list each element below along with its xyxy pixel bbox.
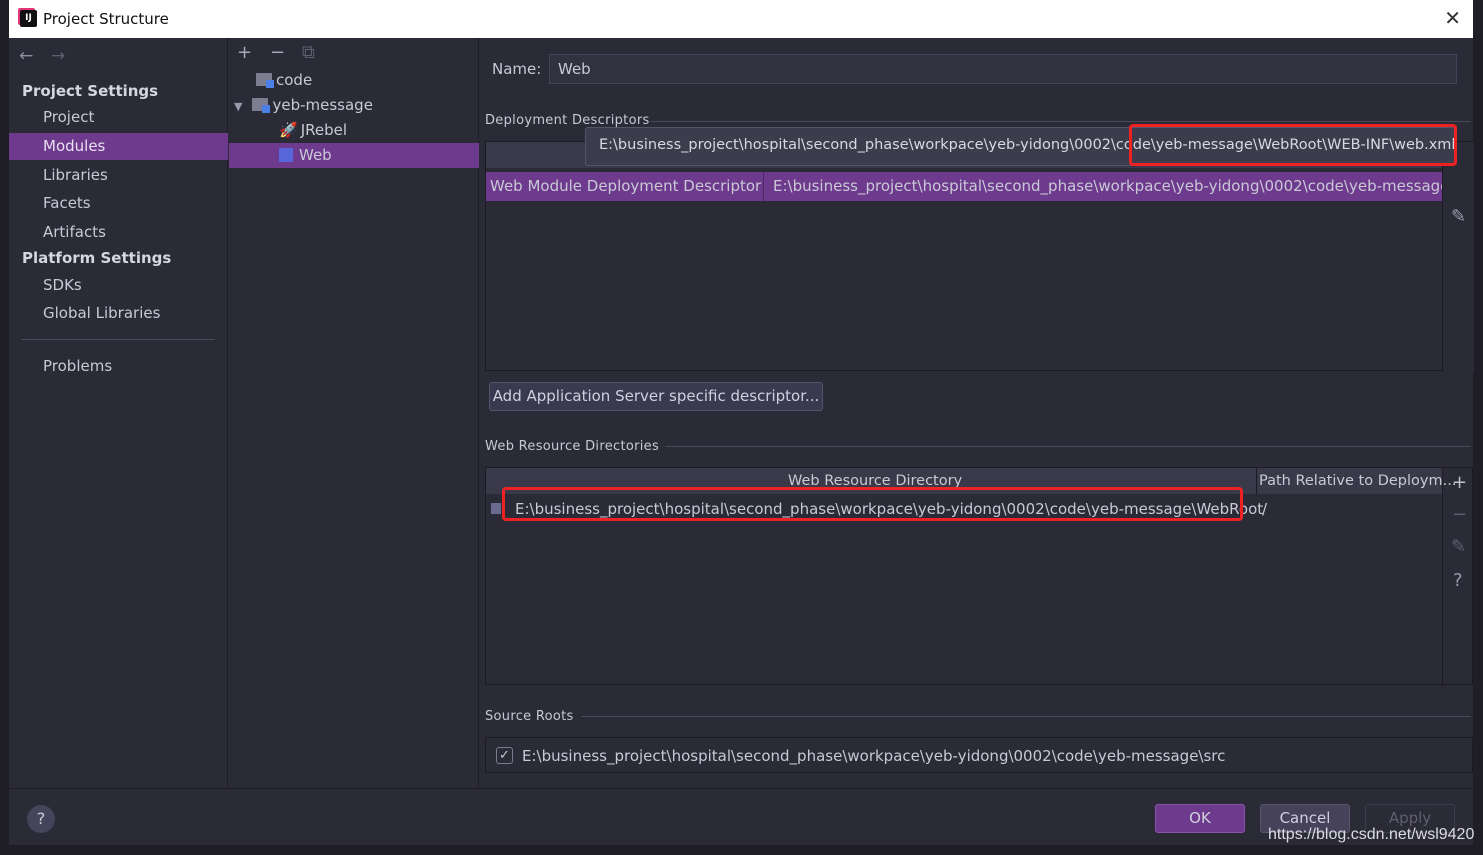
dialog-footer: ? OK Cancel Apply https://blog.csdn.net/… xyxy=(9,788,1475,845)
help-button[interactable]: ? xyxy=(27,805,55,833)
table-row[interactable]: Web Module Deployment Descriptor E:\busi… xyxy=(486,172,1474,201)
sidebar-item-project[interactable]: Project xyxy=(9,104,228,131)
web-resource-directories-heading: Web Resource Directories xyxy=(485,439,660,454)
remove-icon[interactable]: − xyxy=(1452,504,1467,525)
project-settings-heading: Project Settings xyxy=(22,82,159,100)
add-server-descriptor-button[interactable]: Add Application Server specific descript… xyxy=(489,382,823,411)
tree-node-jrebel[interactable]: 🚀 JRebel xyxy=(229,118,479,143)
module-tree: + − ⧉ code ▼ yeb-message 🚀 JRebel Web xyxy=(229,38,479,788)
platform-settings-heading: Platform Settings xyxy=(22,249,172,267)
title-bar: IJ Project Structure ✕ xyxy=(9,0,1473,38)
sidebar-item-problems[interactable]: Problems xyxy=(9,353,228,380)
relative-path-cell: / xyxy=(1262,500,1268,518)
node-label: yeb-message xyxy=(272,96,373,114)
divider xyxy=(665,446,1471,447)
project-structure-dialog: IJ Project Structure ✕ ← → Project Setti… xyxy=(9,0,1475,845)
table-toolbar: + − ✎ ? xyxy=(1442,468,1474,686)
name-input[interactable]: Web xyxy=(549,54,1457,84)
descriptors-table: Web Module Deployment Descriptor E:\busi… xyxy=(485,141,1474,372)
sidebar-item-sdks[interactable]: SDKs xyxy=(9,272,228,299)
copy-icon[interactable]: ⧉ xyxy=(302,42,315,63)
sidebar-item-facets[interactable]: Facets xyxy=(9,190,228,217)
name-label: Name: xyxy=(492,60,542,78)
deployment-descriptors-heading: Deployment Descriptors xyxy=(485,113,650,128)
tree-node-web[interactable]: Web xyxy=(229,143,479,168)
edit-icon[interactable]: ✎ xyxy=(1451,536,1466,557)
jrebel-icon: 🚀 xyxy=(279,121,298,139)
descriptor-path-cell: E:\business_project\hospital\second_phas… xyxy=(763,172,1474,201)
sidebar-item-artifacts[interactable]: Artifacts xyxy=(9,219,228,246)
edit-icon[interactable]: ✎ xyxy=(1451,206,1466,227)
highlight-box xyxy=(502,487,1243,521)
sidebar-item-global-libraries[interactable]: Global Libraries xyxy=(9,300,228,327)
source-root-path: E:\business_project\hospital\second_phas… xyxy=(522,747,1226,765)
close-icon[interactable]: ✕ xyxy=(1444,6,1461,30)
remove-icon[interactable]: − xyxy=(270,42,285,63)
descriptor-type-cell: Web Module Deployment Descriptor xyxy=(490,177,762,195)
module-folder-icon xyxy=(252,98,271,113)
watermark: https://blog.csdn.net/wsl9420 xyxy=(1268,826,1475,843)
facet-editor: Name: Web Deployment Descriptors Web Mod… xyxy=(479,38,1474,788)
sidebar-item-libraries[interactable]: Libraries xyxy=(9,162,228,189)
source-roots-list: ✓ E:\business_project\hospital\second_ph… xyxy=(485,737,1473,773)
node-label: Web xyxy=(299,146,332,164)
node-label: code xyxy=(276,71,313,89)
source-roots-heading: Source Roots xyxy=(485,709,574,724)
column-header-relative-path[interactable]: Path Relative to Deploym... xyxy=(1256,468,1458,494)
folder-icon xyxy=(491,503,501,514)
sidebar: ← → Project Settings Project Modules Lib… xyxy=(9,38,228,788)
tree-node-yeb-message[interactable]: ▼ yeb-message xyxy=(229,93,479,118)
table-toolbar: ✎ xyxy=(1442,142,1474,372)
divider xyxy=(581,716,1471,717)
node-label: JRebel xyxy=(300,121,348,139)
source-root-checkbox[interactable]: ✓ xyxy=(496,747,513,764)
web-facet-icon xyxy=(279,148,293,162)
divider xyxy=(651,121,1471,122)
add-icon[interactable]: + xyxy=(237,42,252,63)
tree-node-code[interactable]: code xyxy=(229,68,479,93)
sidebar-item-modules[interactable]: Modules xyxy=(9,133,228,160)
window-title: Project Structure xyxy=(43,10,169,28)
highlight-box xyxy=(1129,124,1457,166)
forward-arrow-icon[interactable]: → xyxy=(51,46,65,66)
add-icon[interactable]: + xyxy=(1452,472,1467,493)
expand-arrow-icon[interactable]: ▼ xyxy=(234,100,242,113)
divider xyxy=(21,339,215,340)
back-arrow-icon[interactable]: ← xyxy=(19,46,33,66)
help-icon[interactable]: ? xyxy=(1453,570,1463,591)
intellij-logo-icon: IJ xyxy=(20,10,37,27)
module-folder-icon xyxy=(256,73,274,88)
ok-button[interactable]: OK xyxy=(1155,804,1245,833)
